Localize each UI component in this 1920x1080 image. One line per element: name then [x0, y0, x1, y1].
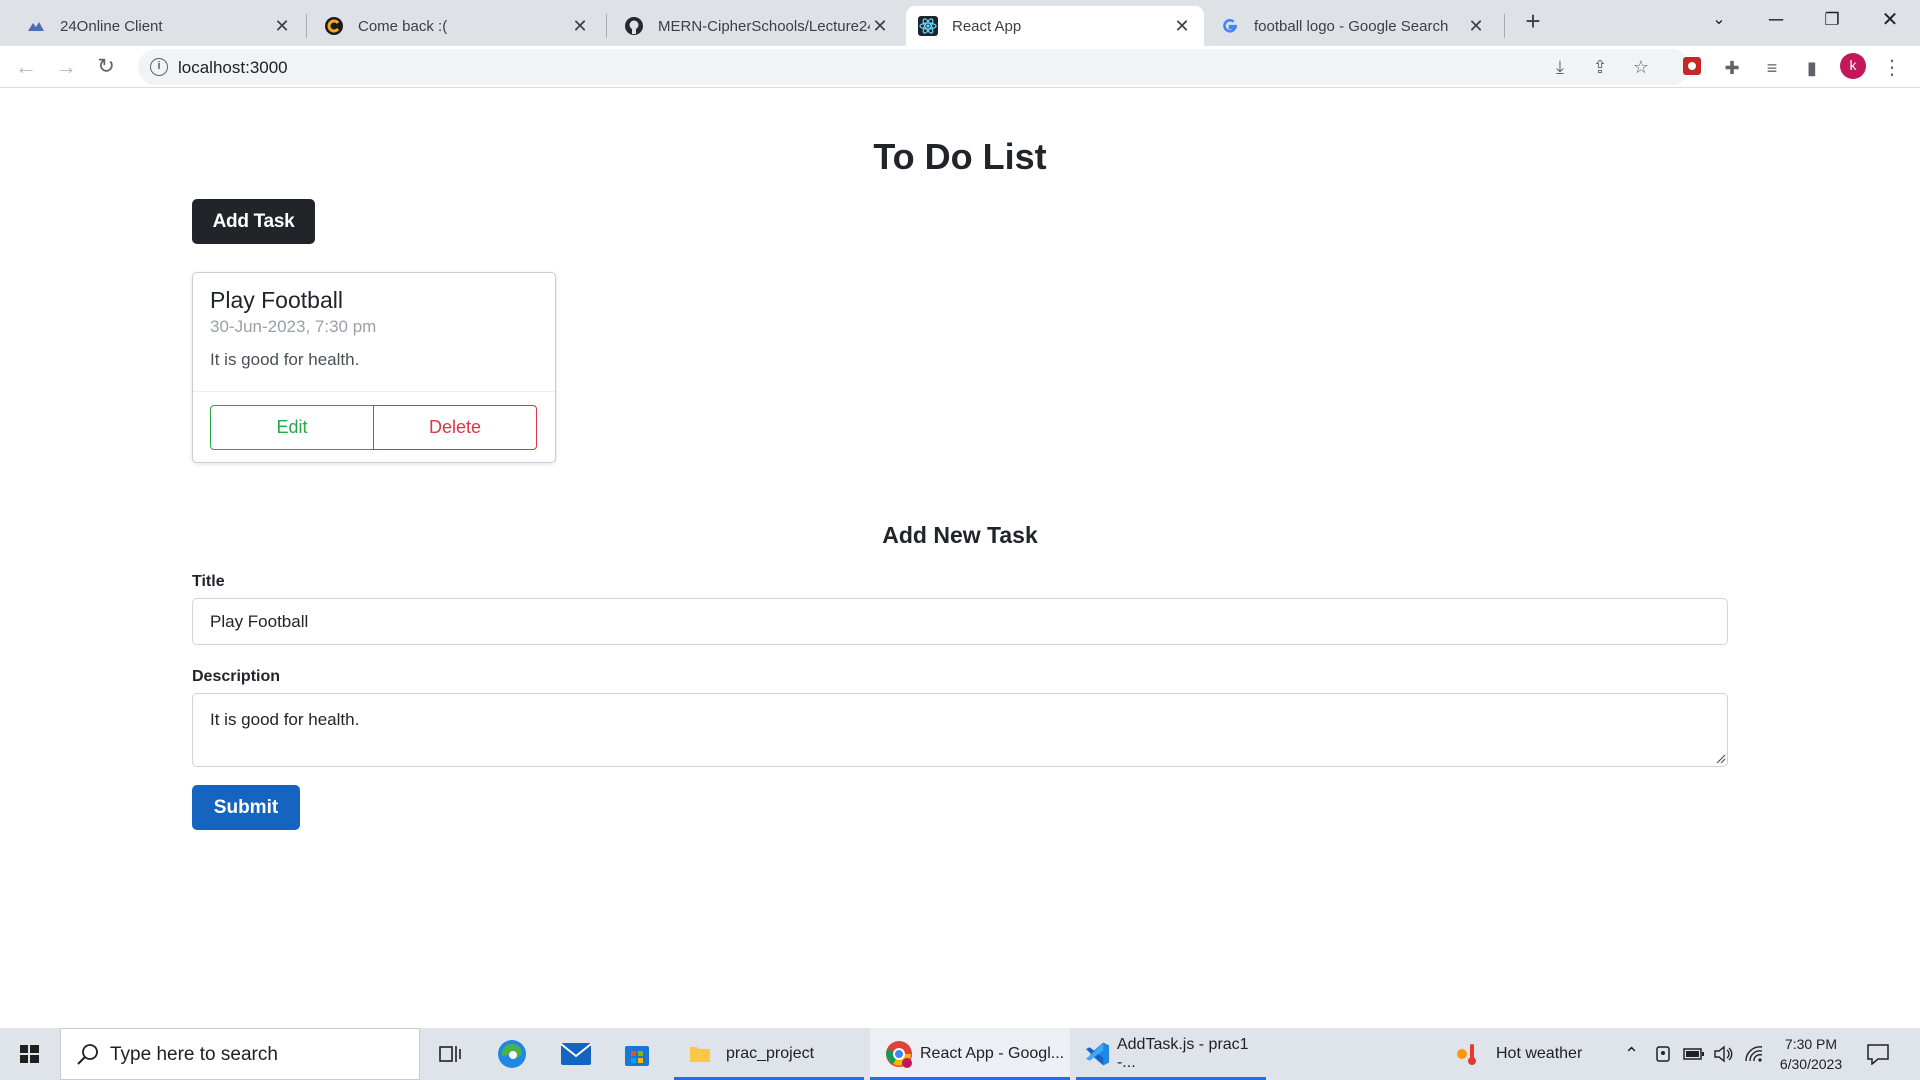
tab-title: football logo - Google Search: [1254, 17, 1449, 35]
site-info-icon[interactable]: i: [150, 58, 168, 76]
clock-time: 7:30 PM: [1784, 1036, 1838, 1052]
browser-tab-strip: 24Online Client ✕ Come back :( ✕ MERN-Ci…: [0, 0, 1920, 46]
taskbar-search-box[interactable]: Type here to search: [60, 1028, 420, 1080]
wifi-icon[interactable]: [1744, 1028, 1764, 1080]
tab-24online[interactable]: 24Online Client ✕: [14, 6, 304, 46]
minimize-button[interactable]: ─: [1754, 4, 1798, 36]
submit-button[interactable]: Submit: [192, 785, 300, 830]
tab-separator: [1504, 14, 1505, 38]
menu-icon[interactable]: ⋮: [1880, 56, 1904, 80]
tab-title: Come back :(: [358, 17, 448, 35]
close-tab-icon[interactable]: ✕: [870, 16, 890, 37]
description-textarea[interactable]: It is good for health.: [192, 693, 1728, 767]
forward-button[interactable]: →: [52, 53, 80, 81]
page-title: To Do List: [873, 136, 1047, 177]
tab-google-search[interactable]: football logo - Google Search ✕: [1208, 6, 1498, 46]
taskbar-app-label: React App - Googl...: [920, 1045, 1065, 1062]
task-date: 30-Jun-2023, 7:30 pm: [210, 317, 377, 336]
weather-widget[interactable]: Hot weather: [1456, 1028, 1582, 1080]
tab-title: React App: [952, 17, 1022, 35]
tab-come-back[interactable]: Come back :( ✕: [312, 6, 602, 46]
reload-button[interactable]: ↻: [92, 53, 120, 81]
task-view-icon[interactable]: [422, 1028, 478, 1080]
start-button[interactable]: [0, 1028, 60, 1080]
volume-icon[interactable]: [1713, 1028, 1733, 1080]
close-tab-icon[interactable]: ✕: [1172, 16, 1192, 37]
windows-taskbar: Type here to search prac_project React A…: [0, 1028, 1920, 1080]
system-clock[interactable]: 7:30 PM 6/30/2023: [1766, 1034, 1856, 1074]
task-title: Play Football: [210, 287, 343, 313]
close-tab-icon[interactable]: ✕: [1466, 16, 1486, 37]
taskbar-app-label: prac_project: [726, 1045, 815, 1062]
taskbar-app-prac-project[interactable]: prac_project: [674, 1028, 864, 1080]
tab-separator: [306, 14, 307, 38]
taskbar-app-label: AddTask.js - prac1 -...: [1116, 1036, 1249, 1071]
tab-title: 24Online Client: [60, 17, 163, 35]
google-icon: [1220, 16, 1240, 36]
tab-search-icon[interactable]: ⌄: [1697, 4, 1741, 36]
install-icon[interactable]: ⤓: [1548, 55, 1572, 79]
form-heading: Add New Task: [882, 522, 1038, 548]
weather-text: Hot weather: [1496, 1045, 1583, 1062]
notifications-icon[interactable]: [1866, 1028, 1890, 1080]
cipherschools-icon: [324, 16, 344, 36]
resize-handle-icon[interactable]: [1716, 754, 1726, 764]
react-icon: [918, 16, 938, 36]
edit-button[interactable]: Edit: [210, 405, 374, 450]
mail-icon[interactable]: [548, 1028, 604, 1080]
task-description: It is good for health.: [210, 350, 360, 369]
restore-button[interactable]: ❐: [1810, 4, 1854, 36]
extension-icon[interactable]: [1680, 56, 1704, 80]
search-placeholder: Type here to search: [110, 1044, 278, 1065]
clock-date: 6/30/2023: [1779, 1056, 1843, 1072]
title-label: Title: [192, 573, 225, 590]
windows-logo-icon: [20, 1045, 39, 1063]
description-label: Description: [192, 668, 281, 685]
bookmark-star-icon[interactable]: ☆: [1629, 55, 1653, 79]
tab-react-app[interactable]: React App ✕: [906, 6, 1204, 46]
github-icon: [624, 16, 644, 36]
back-button[interactable]: ←: [12, 53, 40, 81]
taskbar-app-vscode[interactable]: AddTask.js - prac1 -...: [1076, 1028, 1266, 1080]
battery-icon[interactable]: [1683, 1028, 1705, 1080]
folder-icon: [690, 1047, 710, 1062]
search-icon: [77, 1044, 98, 1065]
card-divider: [193, 391, 555, 392]
share-icon[interactable]: ⇪: [1588, 55, 1612, 79]
add-task-button[interactable]: Add Task: [192, 199, 315, 244]
title-input[interactable]: Play Football: [192, 598, 1728, 645]
meet-now-icon[interactable]: [1654, 1028, 1672, 1080]
edge-icon[interactable]: [484, 1028, 540, 1080]
side-panel-icon[interactable]: ▮: [1800, 56, 1824, 80]
taskbar-app-chrome[interactable]: React App - Googl...: [870, 1028, 1070, 1080]
address-bar[interactable]: i localhost:3000 ⤓ ⇪ ☆: [138, 49, 1690, 85]
close-tab-icon[interactable]: ✕: [570, 16, 590, 37]
chrome-icon: [886, 1041, 912, 1068]
tab-separator: [606, 14, 607, 38]
browser-toolbar: ← → ↻ i localhost:3000 ⤓ ⇪ ☆ ✚ ≡ ▮ ⋮: [0, 46, 1920, 88]
close-window-button[interactable]: ✕: [1868, 4, 1912, 36]
new-tab-button[interactable]: +: [1519, 8, 1547, 36]
task-card: Play Football 30-Jun-2023, 7:30 pm It is…: [192, 272, 556, 463]
store-icon[interactable]: [609, 1028, 665, 1080]
show-hidden-icons[interactable]: ⌃: [1624, 1028, 1639, 1080]
close-tab-icon[interactable]: ✕: [272, 16, 292, 37]
url-text[interactable]: localhost:3000: [178, 58, 288, 78]
vscode-icon: [1085, 1042, 1110, 1066]
profile-avatar[interactable]: k: [1840, 53, 1866, 79]
tab-title: MERN-CipherSchools/Lecture24: [658, 17, 870, 35]
thermometer-icon: [1457, 1044, 1476, 1065]
reading-list-icon[interactable]: ≡: [1760, 56, 1784, 80]
tab-github[interactable]: MERN-CipherSchools/Lecture24 ✕: [612, 6, 902, 46]
delete-button[interactable]: Delete: [373, 405, 537, 450]
extensions-puzzle-icon[interactable]: ✚: [1720, 56, 1744, 80]
24online-icon: [26, 16, 46, 36]
